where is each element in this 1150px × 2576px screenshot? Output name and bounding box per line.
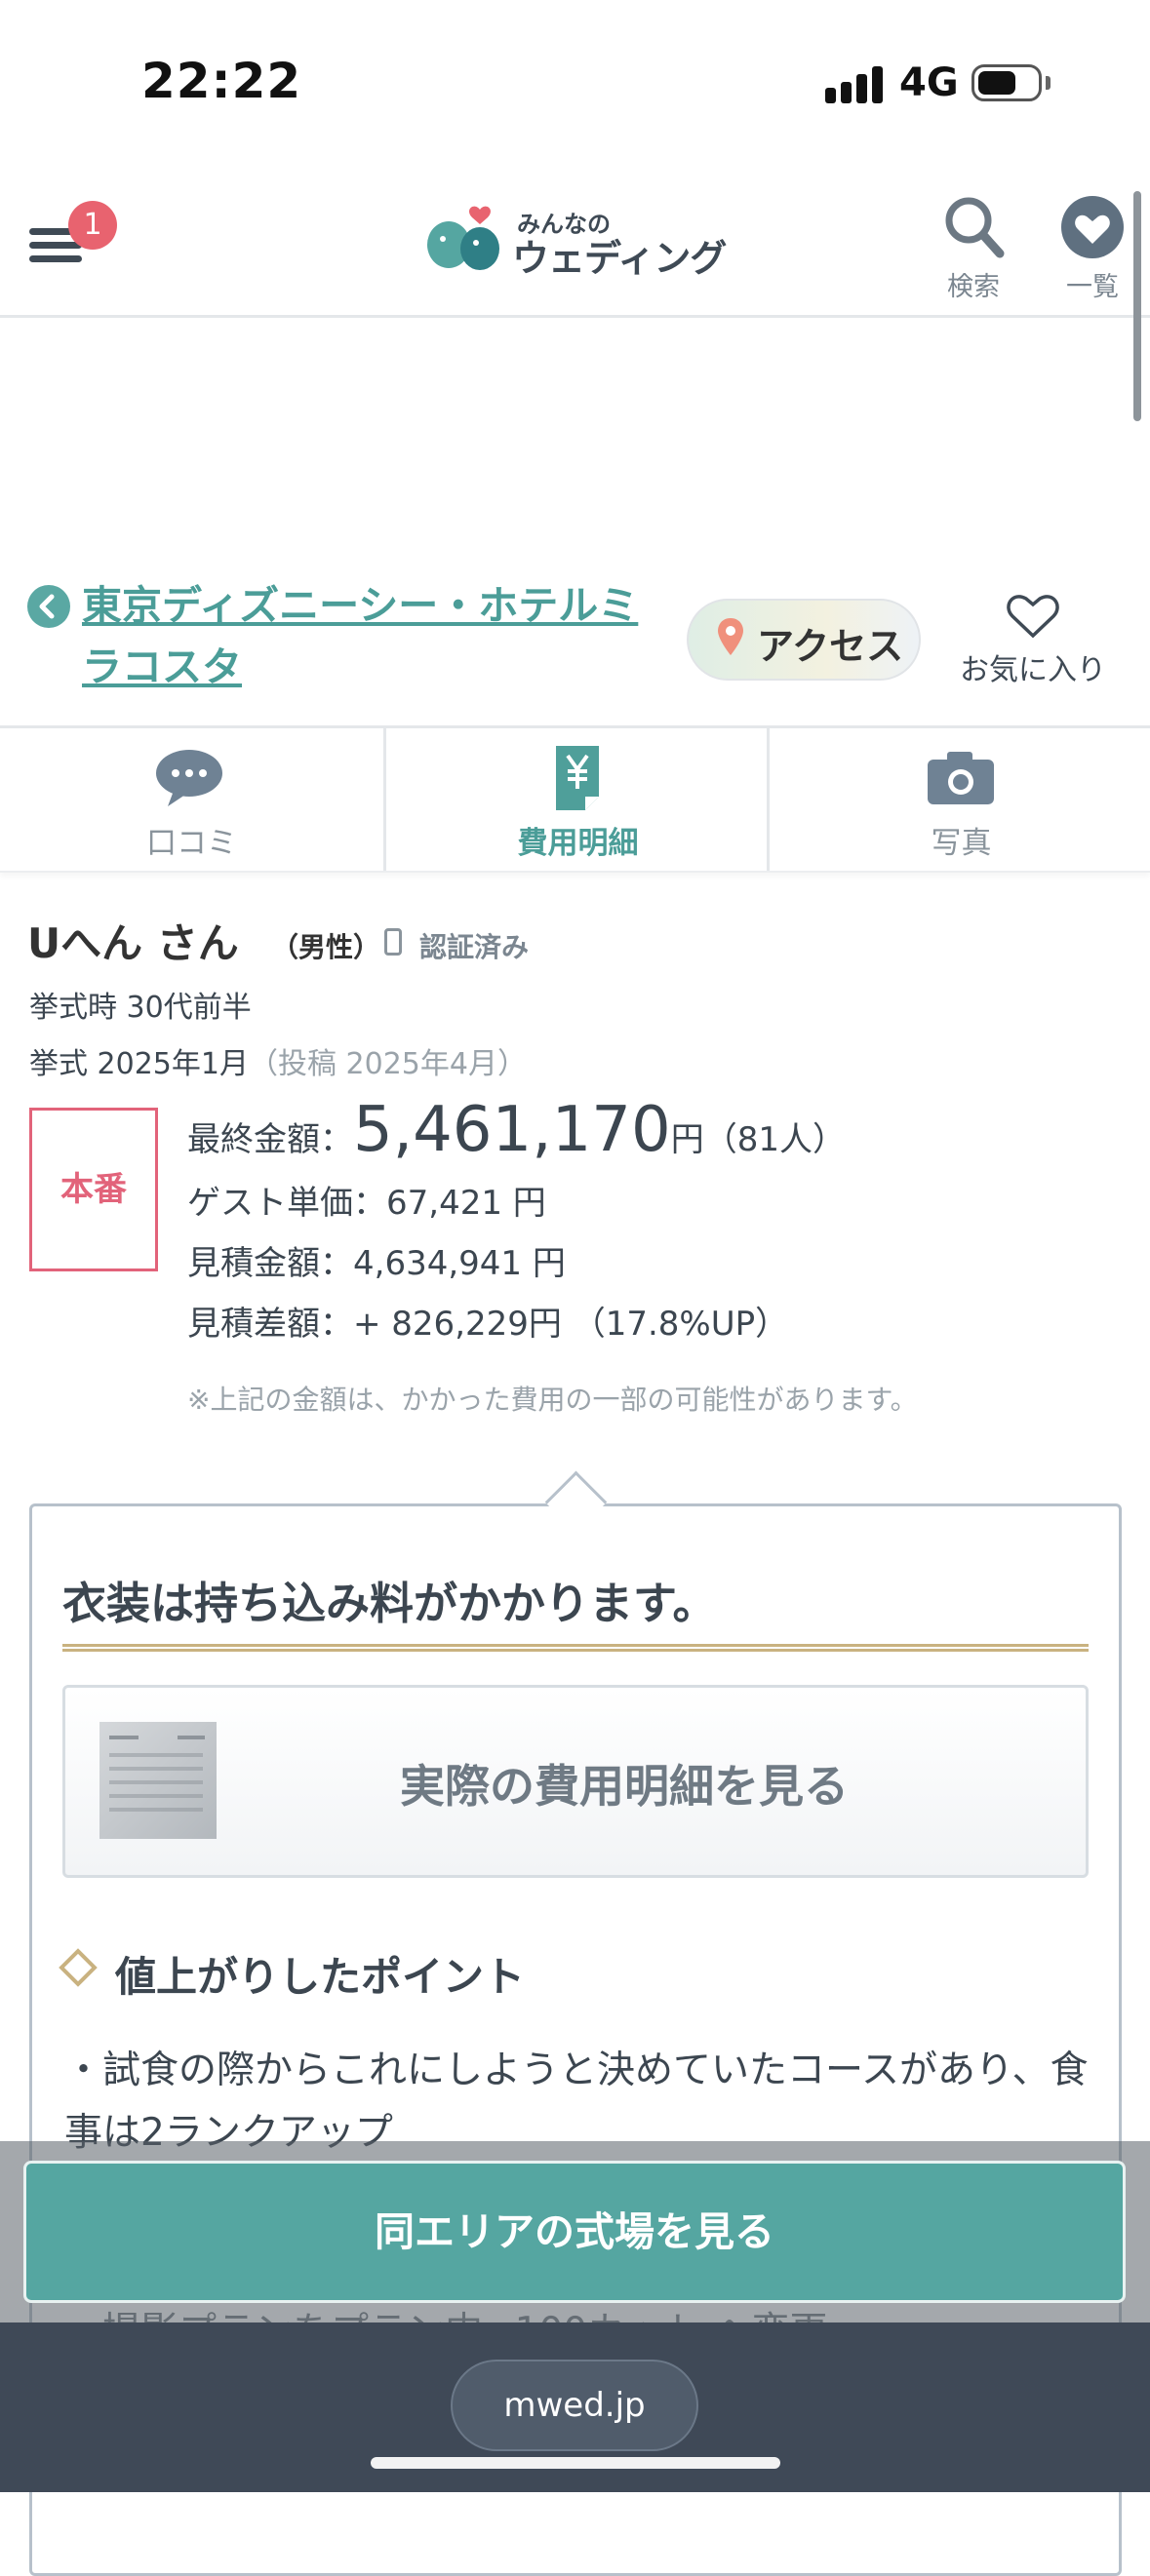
battery-icon xyxy=(972,64,1042,101)
final-amount-row: 最終金額：5,461,170円（81人） xyxy=(187,1094,846,1166)
bird-logo-icon xyxy=(427,206,499,270)
reviewer-gender: （男性） xyxy=(271,931,381,963)
estimate-difference: 見積差額：+ 826,229円 （17.8%UP） xyxy=(187,1305,789,1344)
verified-label: 認証済み xyxy=(419,931,530,963)
heart-outline-icon[interactable] xyxy=(1005,591,1061,640)
yen-document-icon xyxy=(556,746,599,810)
status-time: 22:22 xyxy=(141,53,302,109)
posted-date: （投稿 2025年4月） xyxy=(248,1047,527,1081)
tab-label-cost-details: 費用明細 xyxy=(517,826,639,861)
url-bar[interactable]: mwed.jp xyxy=(451,2360,698,2451)
title-divider xyxy=(62,1644,1089,1652)
price-up-points-title: 値上がりしたポイント xyxy=(115,1953,526,2001)
heart-circle-icon xyxy=(1061,196,1124,258)
back-chevron-icon[interactable] xyxy=(27,585,70,628)
cost-sheet-thumbnail[interactable] xyxy=(99,1722,217,1839)
favorites-list-button[interactable]: 一覧 xyxy=(1044,193,1141,303)
guest-unit-price: ゲスト単価：67,421 円 xyxy=(187,1184,546,1223)
battery-tip xyxy=(1046,76,1051,90)
tab-photos[interactable]: 写真 xyxy=(767,728,1150,871)
honban-badge: 本番 xyxy=(29,1108,158,1271)
tab-bar: 口コミ 費用明細 写真 xyxy=(0,725,1150,873)
view-cost-detail-label[interactable]: 実際の費用明細を見る xyxy=(400,1751,849,1815)
camera-icon xyxy=(928,752,994,804)
card-title: 衣装は持ち込み料がかかります。 xyxy=(62,1578,717,1629)
map-pin-icon xyxy=(718,618,743,655)
speech-bubble-icon xyxy=(156,750,222,806)
estimate-amount: 見積金額：4,634,941 円 xyxy=(187,1244,566,1283)
scrollbar[interactable] xyxy=(1133,191,1141,421)
notification-badge: 1 xyxy=(68,201,117,250)
amount-note: ※上記の金額は、かかった費用の一部の可能性があります。 xyxy=(187,1384,918,1416)
favorite-label[interactable]: お気に入り xyxy=(960,645,1106,688)
list-label: 一覧 xyxy=(1066,272,1119,302)
logo-text: ウェディング xyxy=(512,237,727,280)
reviewer-age: 挙式時 30代前半 xyxy=(29,991,252,1025)
final-amount-unit: 円（81人） xyxy=(670,1120,846,1159)
search-label: 検索 xyxy=(947,272,1000,302)
access-label: アクセス xyxy=(757,625,904,668)
smartphone-icon xyxy=(384,928,402,956)
tab-label-reviews: 口コミ xyxy=(146,826,237,861)
tab-cost-details[interactable]: 費用明細 xyxy=(383,728,770,871)
tab-label-photos: 写真 xyxy=(931,826,992,861)
ceremony-date: 挙式 2025年1月（投稿 2025年4月） xyxy=(29,1039,527,1082)
search-icon xyxy=(945,197,1005,258)
cellular-signal-icon xyxy=(825,64,884,103)
reviewer-name: Uへん さん xyxy=(27,919,239,967)
final-amount-value: 5,461,170 xyxy=(353,1094,671,1166)
venue-name-link[interactable]: 東京ディズニーシー・ホテルミラコスタ xyxy=(82,575,667,698)
network-type: 4G xyxy=(899,60,959,105)
tab-reviews[interactable]: 口コミ xyxy=(0,728,383,871)
ceremony-month: 挙式 2025年1月 xyxy=(29,1047,249,1081)
final-amount-label: 最終金額： xyxy=(187,1120,353,1159)
same-area-venues-button[interactable]: 同エリアの式場を見る xyxy=(23,2161,1126,2303)
home-indicator[interactable] xyxy=(371,2457,780,2469)
search-button[interactable]: 検索 xyxy=(925,193,1022,303)
